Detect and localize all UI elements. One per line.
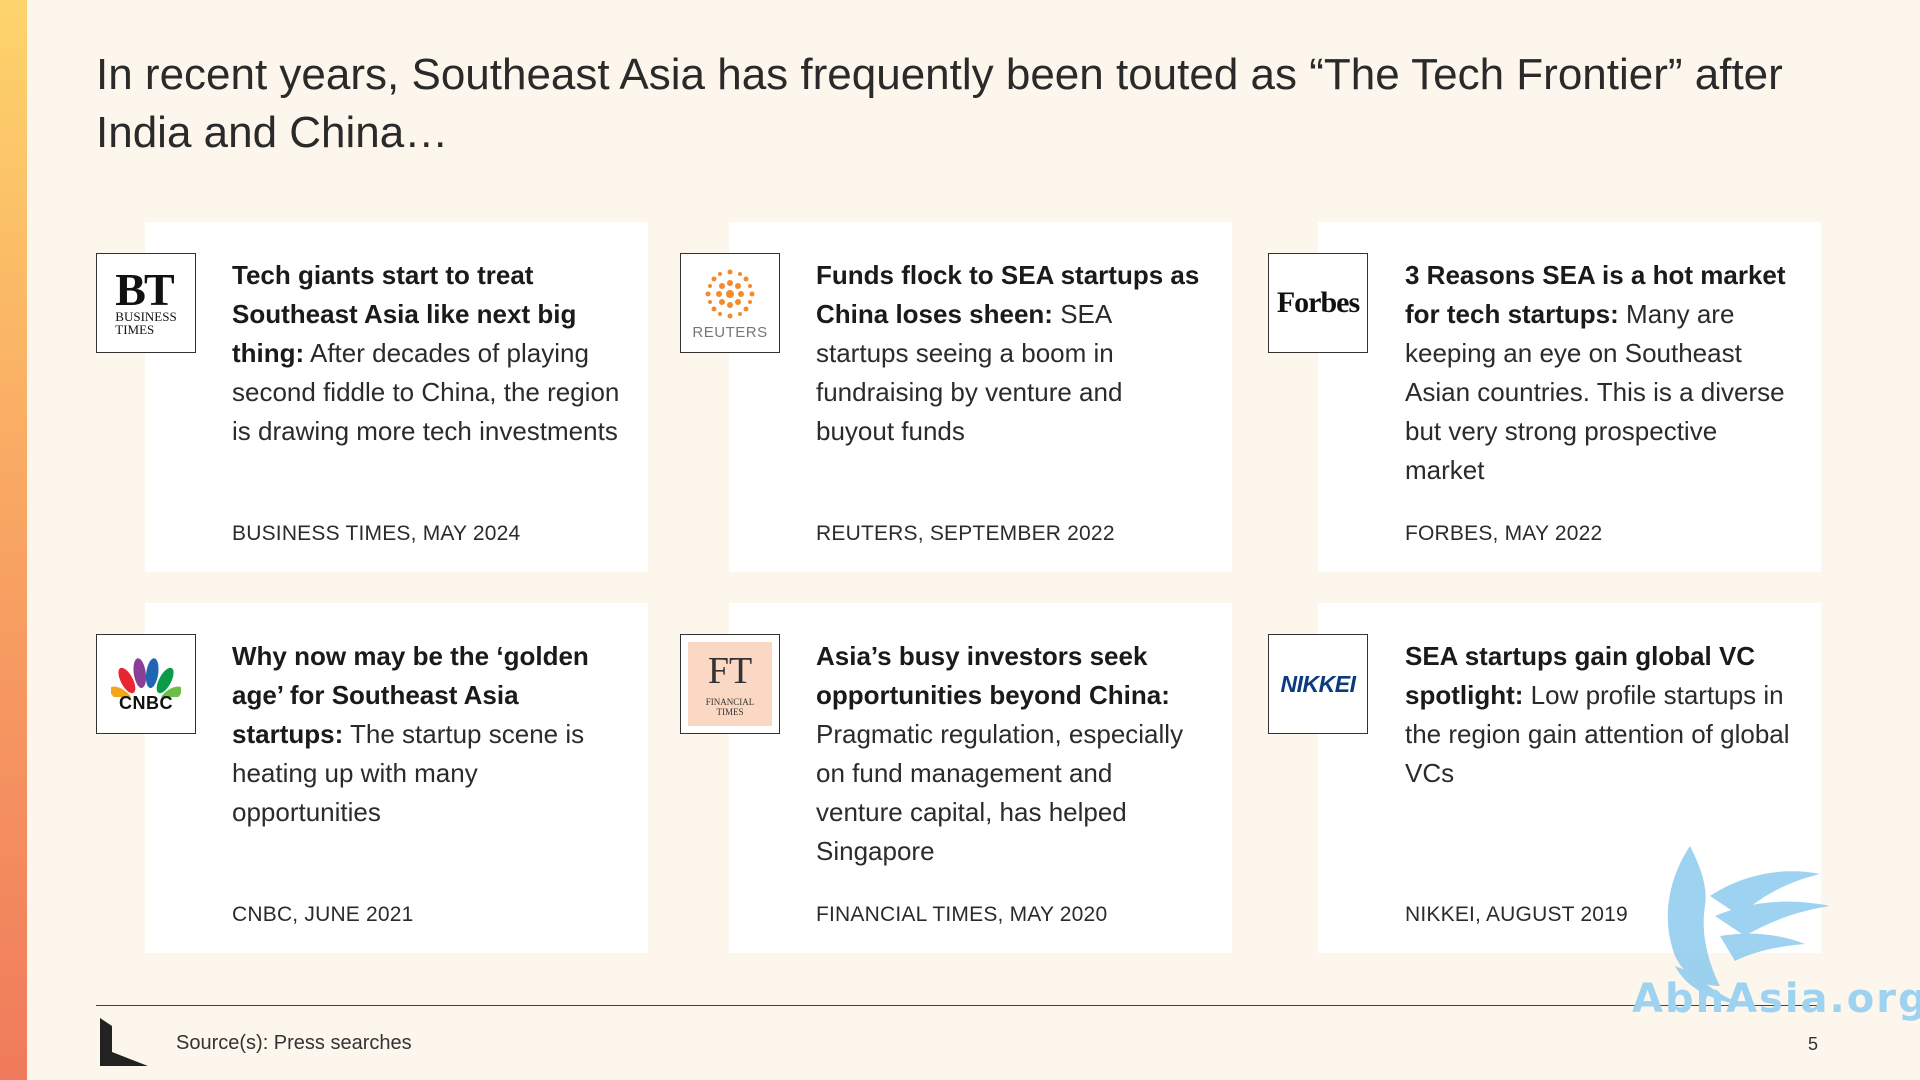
- card-text: Asia’s busy investors seek opportunities…: [816, 637, 1206, 871]
- card-source: BUSINESS TIMES, MAY 2024: [232, 522, 521, 545]
- reuters-logo: REUTERS: [680, 253, 780, 353]
- card-text: 3 Reasons SEA is a hot market for tech s…: [1405, 256, 1795, 490]
- card-text: Why now may be the ‘golden age’ for Sout…: [232, 637, 622, 832]
- nikkei-logo-text: NIKKEI: [1280, 670, 1356, 697]
- reuters-dots-icon: [705, 269, 755, 318]
- card-headline: Asia’s busy investors seek opportunities…: [816, 641, 1170, 710]
- company-logo-icon: [100, 1018, 148, 1066]
- ft-logo-sub: FINANCIAL: [705, 697, 755, 707]
- bt-logo-sub: TIMES: [115, 322, 155, 337]
- page-title: In recent years, Southeast Asia has freq…: [96, 50, 1783, 157]
- reuters-logo-text: REUTERS: [692, 323, 768, 341]
- footer-divider: [96, 1005, 1821, 1006]
- financial-times-logo: FT FINANCIAL TIMES: [680, 634, 780, 734]
- cnbc-logo-text: CNBC: [119, 692, 173, 713]
- accent-sidebar: [0, 0, 27, 1080]
- cnbc-logo: CNBC: [96, 634, 196, 734]
- bt-logo-mark: BT: [115, 264, 174, 315]
- forbes-logo-text: Forbes: [1276, 286, 1360, 319]
- card-source: NIKKEI, AUGUST 2019: [1405, 903, 1628, 926]
- card-text: Funds flock to SEA startups as China los…: [816, 256, 1206, 451]
- footer-source: Source(s): Press searches: [176, 1032, 412, 1054]
- nikkei-logo: NIKKEI: [1268, 634, 1368, 734]
- card-headline: Funds flock to SEA startups as China los…: [816, 260, 1200, 329]
- page-number: 5: [1808, 1034, 1819, 1054]
- card-source: FINANCIAL TIMES, MAY 2020: [816, 903, 1108, 926]
- card-source: REUTERS, SEPTEMBER 2022: [816, 522, 1115, 545]
- ft-logo-mark: FT: [707, 650, 753, 692]
- watermark-text: AbnAsia.org: [1632, 976, 1920, 1022]
- ft-logo-sub: TIMES: [716, 707, 744, 717]
- card-body: Pragmatic regulation, especially on fund…: [816, 719, 1184, 866]
- peacock-icon: [111, 657, 181, 697]
- business-times-logo: BT BUSINESS TIMES: [96, 253, 196, 353]
- card-source: FORBES, MAY 2022: [1405, 522, 1603, 545]
- card-source: CNBC, JUNE 2021: [232, 903, 414, 926]
- card-text: Tech giants start to treat Southeast Asi…: [232, 256, 622, 451]
- forbes-logo: Forbes: [1268, 253, 1368, 353]
- card-text: SEA startups gain global VC spotlight: L…: [1405, 637, 1795, 793]
